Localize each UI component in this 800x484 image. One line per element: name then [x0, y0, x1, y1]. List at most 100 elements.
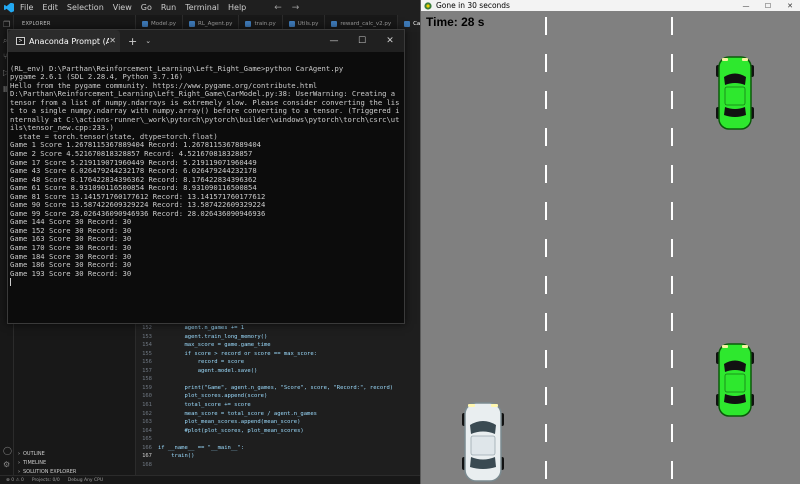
- close-tab-icon[interactable]: ✕: [109, 36, 116, 45]
- terminal-line: Game 170 Score 30 Record: 30: [10, 244, 132, 253]
- terminal-line: Game 184 Score 30 Record: 30: [10, 252, 132, 261]
- status-projects[interactable]: Projects: 0/0: [32, 478, 60, 483]
- status-debug-config[interactable]: Debug Any CPU: [68, 478, 103, 483]
- terminal-line: D:\Parthan\Reinforcement_Learning\Left_R…: [10, 90, 396, 99]
- code-line: 157 agent.model.save(): [136, 368, 257, 377]
- minimize-icon[interactable]: —: [735, 0, 757, 11]
- terminal-output[interactable]: (RL_env) D:\Parthan\Reinforcement_Learni…: [10, 56, 404, 322]
- terminal-line: Game 1 Score 1.2678115367889404 Record: …: [10, 141, 261, 150]
- lane-dash: [671, 387, 673, 405]
- game-canvas[interactable]: Time: 28 s: [421, 11, 800, 484]
- code-text: #plot(plot_scores, plot_mean_scores): [158, 427, 304, 434]
- sidebar-section-outline[interactable]: › OUTLINE: [18, 451, 45, 457]
- line-number: 167: [142, 453, 152, 460]
- lane-dash: [545, 461, 547, 479]
- pygame-window: Gone in 30 seconds — ☐ ✕ Time: 28 s: [420, 0, 800, 484]
- terminal-line: Game 186 Score 30 Record: 30: [10, 261, 132, 270]
- lane-divider-right: [671, 11, 673, 484]
- terminal-line: Game 90 Score 13.587422609329224 Record:…: [10, 201, 266, 210]
- lane-dash: [671, 239, 673, 257]
- enemy-car-top: [716, 56, 754, 130]
- python-file-icon: [331, 20, 338, 27]
- text-cursor: [10, 278, 11, 287]
- terminal-line: nternally at C:\actions-runner\_work\pyt…: [10, 115, 400, 124]
- line-number: 163: [142, 419, 152, 426]
- menu-file[interactable]: File: [20, 3, 33, 12]
- code-line: 154 max_score = game.game_time: [136, 342, 271, 351]
- sidebar-section-timeline[interactable]: › TIMELINE: [18, 460, 46, 466]
- line-number: 156: [142, 359, 152, 366]
- pygame-titlebar: Gone in 30 seconds — ☐ ✕: [421, 0, 800, 11]
- code-line: 161 total_score += score: [136, 402, 251, 411]
- code-line: 167 train(): [136, 453, 194, 462]
- lane-dash: [545, 128, 547, 146]
- new-tab-icon[interactable]: +: [128, 35, 137, 48]
- code-text: agent.n_games += 1: [158, 325, 245, 331]
- lane-dash: [671, 128, 673, 146]
- pygame-snake-icon: [424, 1, 432, 10]
- menu-selection[interactable]: Selection: [67, 3, 104, 12]
- terminal-line: Game 48 Score 8.176422834396362 Record: …: [10, 175, 257, 184]
- menu-view[interactable]: View: [113, 3, 132, 12]
- menu-help[interactable]: Help: [228, 3, 246, 12]
- terminal-line: Game 193 Score 30 Record: 30: [10, 269, 132, 278]
- terminal-tab[interactable]: > Anaconda Prompt (Anac ✕: [8, 30, 120, 52]
- code-line: 162 mean_score = total_score / agent.n_g…: [136, 411, 317, 420]
- lane-dash: [671, 424, 673, 442]
- tab-label: RL_Agent.py: [198, 20, 233, 27]
- terminal-line: Game 17 Score 5.219119071960449 Record: …: [10, 158, 257, 167]
- code-editor[interactable]: 152 agent.n_games += 1 153 agent.train_lo…: [136, 325, 420, 469]
- menu-edit[interactable]: Edit: [42, 3, 58, 12]
- python-file-icon: [142, 20, 148, 27]
- chevron-right-icon: ›: [18, 460, 20, 466]
- line-number: 153: [142, 333, 152, 340]
- code-text: train(): [158, 453, 195, 460]
- lane-dash: [545, 387, 547, 405]
- code-line: 165: [136, 436, 158, 445]
- tab-label: train.py: [254, 20, 276, 27]
- gear-icon[interactable]: ⚙: [3, 461, 11, 469]
- lane-dash: [671, 202, 673, 220]
- close-icon[interactable]: ✕: [376, 30, 404, 52]
- code-line: 156 record = score: [136, 359, 244, 368]
- line-number: 152: [142, 325, 152, 331]
- lane-dash: [671, 165, 673, 183]
- tab-label: Utils.py: [297, 20, 319, 27]
- terminal-line: Game 81 Score 13.141571760177612 Record:…: [10, 192, 266, 201]
- minimize-icon[interactable]: —: [320, 30, 348, 52]
- code-text: max_score = game.game_time: [158, 342, 271, 349]
- menu-go[interactable]: Go: [141, 3, 152, 12]
- lane-dash: [671, 17, 673, 35]
- close-icon[interactable]: ✕: [779, 0, 800, 11]
- anaconda-prompt-window: > Anaconda Prompt (Anac ✕ + ⌄ — ☐ ✕ (RL_…: [7, 29, 405, 324]
- terminal-line: ils\tensor_new.cpp:233.): [10, 124, 114, 133]
- line-number: 158: [142, 376, 152, 383]
- code-line: 152 agent.n_games += 1: [136, 325, 244, 334]
- chevron-down-icon[interactable]: ⌄: [145, 37, 151, 45]
- status-problems[interactable]: ⊗ 0 ⚠ 0: [6, 478, 24, 483]
- account-icon[interactable]: ◯: [3, 447, 12, 455]
- explorer-icon[interactable]: ❐: [3, 21, 11, 29]
- forward-arrow-icon[interactable]: →: [292, 3, 300, 13]
- menu-run[interactable]: Run: [161, 3, 176, 12]
- line-number: 155: [142, 350, 152, 357]
- code-line: 155 if score > record or score == max_sc…: [136, 351, 317, 360]
- lane-dash: [545, 276, 547, 294]
- back-arrow-icon[interactable]: ←: [274, 3, 282, 13]
- maximize-icon[interactable]: ☐: [348, 30, 376, 52]
- terminal-line: Game 144 Score 30 Record: 30: [10, 218, 132, 227]
- terminal-line: pygame 2.6.1 (SDL 2.28.4, Python 3.7.16): [10, 73, 184, 82]
- maximize-icon[interactable]: ☐: [757, 0, 779, 11]
- vscode-nav: ← →: [274, 3, 299, 13]
- vscode-logo-icon: [4, 2, 14, 13]
- code-text: plot_scores.append(score): [158, 393, 268, 400]
- lane-divider-left: [545, 11, 547, 484]
- code-text: print("Game", agent.n_games, "Score", sc…: [158, 384, 394, 391]
- code-line: 159 print("Game", agent.n_games, "Score"…: [136, 385, 393, 394]
- chevron-right-icon: ›: [18, 451, 20, 457]
- terminal-line: Game 99 Score 28.026436090946936 Record:…: [10, 209, 266, 218]
- terminal-icon: >: [16, 37, 25, 45]
- line-number: 157: [142, 367, 152, 374]
- menu-terminal[interactable]: Terminal: [185, 3, 219, 12]
